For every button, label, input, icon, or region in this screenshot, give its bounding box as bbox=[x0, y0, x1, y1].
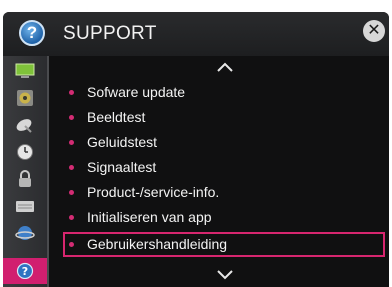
menu-item-label: Geluidstest bbox=[87, 134, 158, 150]
sidebar-item-sound[interactable] bbox=[3, 86, 47, 110]
svg-text:?: ? bbox=[22, 265, 28, 278]
lock-icon bbox=[19, 170, 31, 187]
sidebar-item-time[interactable] bbox=[3, 140, 47, 164]
bullet-icon bbox=[69, 90, 74, 95]
menu-item-user-guide[interactable]: Gebruikershandleiding bbox=[63, 232, 385, 257]
keyboard-icon bbox=[16, 201, 34, 212]
page-title: SUPPORT bbox=[63, 23, 157, 44]
satellite-icon bbox=[16, 119, 32, 133]
chevron-down-icon[interactable] bbox=[215, 268, 235, 282]
bullet-icon bbox=[69, 140, 74, 145]
menu-item-label: Beeldtest bbox=[87, 109, 146, 125]
chevron-up-icon[interactable] bbox=[215, 60, 235, 74]
menu-item-label: Signaaltest bbox=[87, 159, 157, 175]
close-icon: ✕ bbox=[367, 22, 381, 39]
sidebar-item-option[interactable] bbox=[3, 194, 47, 218]
sidebar-item-picture[interactable] bbox=[3, 59, 47, 83]
bullet-icon bbox=[69, 215, 74, 220]
sidebar-item-channels[interactable] bbox=[3, 113, 47, 137]
support-window: ? SUPPORT ✕ ? Sofware update Beeldtest G… bbox=[3, 12, 389, 287]
sidebar: ? bbox=[3, 56, 47, 287]
sidebar-item-network[interactable] bbox=[3, 221, 47, 245]
menu-item-picture-test[interactable]: Beeldtest bbox=[63, 108, 385, 130]
support-menu: Sofware update Beeldtest Geluidstest Sig… bbox=[49, 56, 389, 287]
menu-item-initialize-app[interactable]: Initialiseren van app bbox=[63, 208, 385, 230]
picture-icon bbox=[15, 63, 35, 78]
menu-item-sound-test[interactable]: Geluidstest bbox=[63, 133, 385, 155]
menu-item-label: Product-/service-info. bbox=[87, 184, 220, 200]
speaker-icon bbox=[17, 90, 33, 106]
header-bar: ? SUPPORT ✕ bbox=[3, 12, 389, 56]
support-help-icon: ? bbox=[16, 262, 34, 279]
bullet-icon bbox=[69, 115, 74, 120]
close-button[interactable]: ✕ bbox=[363, 20, 385, 42]
menu-item-label: Gebruikershandleiding bbox=[87, 236, 228, 252]
bullet-icon bbox=[69, 165, 74, 170]
network-globe-icon bbox=[15, 226, 35, 240]
menu-item-signal-test[interactable]: Signaaltest bbox=[63, 158, 385, 180]
menu-item-label: Sofware update bbox=[87, 84, 186, 100]
menu-item-label: Initialiseren van app bbox=[87, 209, 212, 225]
bullet-icon bbox=[69, 242, 74, 247]
clock-icon bbox=[17, 144, 33, 160]
question-circle-icon: ? bbox=[19, 20, 45, 46]
sidebar-item-support[interactable]: ? bbox=[3, 258, 47, 284]
sidebar-item-lock[interactable] bbox=[3, 167, 47, 191]
menu-item-software-update[interactable]: Sofware update bbox=[63, 83, 385, 105]
menu-item-product-info[interactable]: Product-/service-info. bbox=[63, 183, 385, 205]
bullet-icon bbox=[69, 190, 74, 195]
